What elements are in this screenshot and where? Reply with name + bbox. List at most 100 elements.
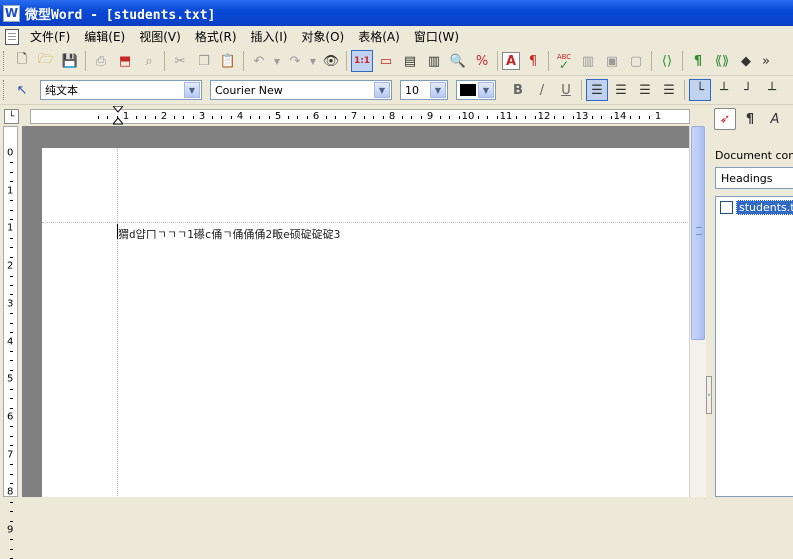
vertical-ruler[interactable]: 0 1 1 2 3 4 5 6 7 8 9 [0,126,22,559]
zoom-percent-icon[interactable]: % [471,50,493,72]
find-binoculars-icon[interactable]: 👁 [320,50,342,72]
chevron-down-icon[interactable]: ▼ [478,82,494,98]
ruler-tick [97,116,99,119]
dropdown-arrow-icon[interactable]: ▼ [308,50,318,72]
chevron-down-icon[interactable]: ▼ [184,82,200,98]
chevron-down-icon[interactable]: ▼ [430,82,446,98]
objects-icon[interactable]: ◆ [735,50,757,72]
tab-left-icon[interactable]: └ [689,79,711,101]
side-panel-label: Document conte [715,149,793,162]
splitter-handle-icon[interactable]: › [706,376,712,414]
ruler-label: 7 [350,111,358,122]
menu-table[interactable]: 表格(A) [351,28,407,45]
font-select[interactable]: Courier New ▼ [210,80,392,100]
tree-checkbox[interactable] [720,201,733,214]
menu-window[interactable]: 窗口(W) [407,28,466,45]
styles-icon[interactable]: ¶ [687,50,709,72]
align-right-icon[interactable]: ☰ [634,79,656,101]
tab-stop-type-icon[interactable]: └ [4,109,19,124]
ruler-label: 9 [426,111,434,122]
dropdown-arrow-icon[interactable]: ▼ [272,50,282,72]
menu-file[interactable]: 文件(F) [23,28,77,45]
ruler-tick [496,116,498,119]
whole-page-icon[interactable]: ▤ [399,50,421,72]
headings-select[interactable]: Headings [715,167,793,189]
ruler-label: 3 [198,111,206,122]
tab-right-icon[interactable]: ┘ [737,79,759,101]
underline-button[interactable]: U [555,79,577,101]
print-preview-icon[interactable]: ⌕ [138,50,160,72]
font-color-select[interactable]: ▼ [456,80,496,100]
font-color-swatch [460,84,476,96]
horizontal-ruler[interactable]: └ 1 2 3 4 5 6 7 8 9 10 11 12 13 14 1 [0,106,710,126]
separator [682,51,683,71]
document-tree[interactable]: students.tx [715,196,793,497]
horizontal-ruler-strip[interactable]: 1 2 3 4 5 6 7 8 9 10 11 12 13 14 1 [30,109,690,124]
ruler-label: 3 [7,298,14,310]
field-icon[interactable]: ⟨⟩ [656,50,678,72]
toolbar-grip[interactable] [3,51,6,71]
menu-object[interactable]: 对象(O) [294,28,351,45]
document-icon[interactable] [5,28,19,45]
frame-icon[interactable]: ▣ [601,50,623,72]
open-folder-icon[interactable]: 🗁 [35,50,57,72]
ruler-tick [325,116,327,119]
ruler-tick [221,116,222,119]
toolbar-overflow-icon[interactable]: » [759,50,773,72]
menu-view[interactable]: 视图(V) [132,28,188,45]
style-select[interactable]: 纯文本 ▼ [40,80,202,100]
align-justify-icon[interactable]: ☰ [658,79,680,101]
align-left-icon[interactable]: ☰ [586,79,608,101]
navigator-compass-icon[interactable]: ➶ [714,108,736,130]
ruler-label: 6 [7,411,14,423]
fonts-panel-icon[interactable]: A [764,108,786,130]
styles-panel-icon[interactable]: ¶ [739,108,761,130]
font-size-select[interactable]: 10 ▼ [400,80,448,100]
image-icon[interactable]: ▢ [625,50,647,72]
text-color-button[interactable]: A [502,52,520,70]
italic-button[interactable]: / [531,79,553,101]
document-text-line[interactable]: 猬d얍ㄇㄱㄱㄱ1礤c俑ㄱ俑俑俑2畈e硕碇碇碇3 [118,226,340,242]
pdf-export-icon[interactable]: ⬒ [114,50,136,72]
select-arrow-icon[interactable]: ↖ [11,79,33,101]
document-canvas[interactable]: 猬d얍ㄇㄱㄱㄱ1礤c俑ㄱ俑俑俑2畈e硕碇碇碇3 [22,126,689,497]
bold-button[interactable]: B [507,79,529,101]
zoom-magnifier-icon[interactable]: 🔍 [447,50,469,72]
menu-format[interactable]: 格式(R) [188,28,244,45]
redo-icon[interactable]: ↷ [284,50,306,72]
tree-item-students[interactable]: students.tx [736,200,793,215]
menu-insert[interactable]: 插入(I) [244,28,295,45]
scrollbar-thumb[interactable] [691,126,705,340]
panel-splitter[interactable]: › [706,106,714,497]
menu-edit[interactable]: 编辑(E) [77,28,132,45]
styles-gallery-icon[interactable]: ⟪⟫ [711,50,733,72]
undo-icon[interactable]: ↶ [248,50,270,72]
tab-center-icon[interactable]: ┴ [713,79,735,101]
scroll-grip-icon [696,227,702,235]
two-pages-icon[interactable]: ▥ [423,50,445,72]
vertical-scrollbar[interactable] [689,126,706,497]
page-width-icon[interactable]: ▭ [375,50,397,72]
copy-icon[interactable]: ❐ [193,50,215,72]
separator [548,51,549,71]
cut-icon[interactable]: ✂ [169,50,191,72]
document-page[interactable]: 猬d얍ㄇㄱㄱㄱ1礤c俑ㄱ俑俑俑2畈e硕碇碇碇3 [42,148,689,497]
align-center-icon[interactable]: ☰ [610,79,632,101]
ruler-tick [629,116,631,119]
chart-icon[interactable]: ▥ [577,50,599,72]
indent-marker-icon[interactable] [113,106,123,126]
paste-icon[interactable]: 📋 [217,50,239,72]
toolbar-grip[interactable] [3,80,6,100]
paragraph-marks-icon[interactable]: ¶ [522,50,544,72]
save-icon[interactable]: 💾 [59,50,81,72]
zoom-100-button[interactable]: 1:1 [351,50,373,72]
print-icon[interactable]: ⎙ [90,50,112,72]
spell-check-button[interactable]: ABC ✓ [553,50,575,72]
chevron-down-icon[interactable]: ▼ [374,82,390,98]
tab-decimal-icon[interactable]: ┴ [761,79,783,101]
ruler-label: 2 [160,111,168,122]
ruler-tick [10,181,13,183]
new-file-icon[interactable]: 🗋 [11,50,33,72]
vertical-ruler-strip[interactable]: 0 1 1 2 3 4 5 6 7 8 9 [3,126,18,559]
ruler-tick [10,445,13,447]
